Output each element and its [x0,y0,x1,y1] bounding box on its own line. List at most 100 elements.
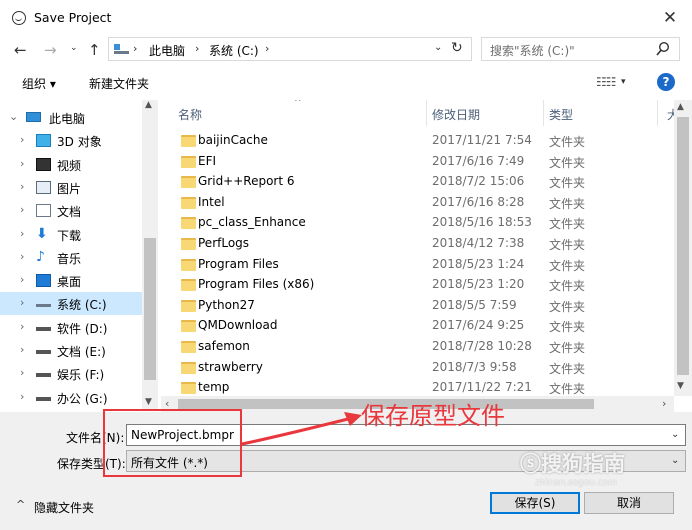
search-icon[interactable] [656,41,670,57]
navigation-pane: ⌄ 此电脑 › 3D 对象 › 视频 › 图片 › 文档 › ⬇ 下载 › ♪ 音乐 › 桌面 › 系统 (C:) › 软… [0,100,158,410]
sidebar-item-label: 文档 (E:) [57,345,106,359]
sidebar-item-node-6[interactable]: › ♪ 音乐 [0,246,142,269]
close-button[interactable]: ✕ [650,4,690,32]
table-row[interactable]: QMDownload 2017/6/24 9:25 文件夹 [175,316,631,336]
table-row[interactable]: safemon 2018/7/28 10:28 文件夹 [175,337,631,357]
table-row[interactable]: EFI 2017/6/16 7:49 文件夹 [175,152,631,172]
column-divider[interactable] [543,100,544,126]
file-list-vertical-scroll-thumb[interactable] [677,117,689,375]
breadcrumb-separator: › [133,42,138,55]
filetype-dropdown-icon[interactable]: ⌄ [671,455,679,466]
column-header-type[interactable]: 类型 [549,106,573,123]
scroll-down-arrow-icon[interactable]: ▼ [145,397,152,407]
new-folder-button[interactable]: 新建文件夹 [89,75,149,92]
column-header-name[interactable]: 名称 [178,106,202,123]
sidebar-item-label: 音乐 [57,251,82,266]
file-modified-date: 2017/6/16 7:49 [432,153,525,168]
sidebar-item-node-10[interactable]: › 文档 (E:) [0,339,142,362]
search-input[interactable]: 搜索"系统 (C:)" [481,37,680,61]
table-row[interactable]: Python27 2018/5/5 7:59 文件夹 [175,296,631,316]
address-dropdown-icon[interactable]: ⌄ [434,42,442,53]
scroll-up-arrow-icon[interactable]: ▲ [145,100,152,110]
file-type: 文件夹 [549,217,586,232]
expand-chevron-right-icon[interactable]: › [20,390,24,403]
expand-chevron-right-icon[interactable]: › [20,296,24,309]
organize-button[interactable]: 组织 ▾ [22,75,56,92]
table-row[interactable]: Grid++Report 6 2018/7/2 15:06 文件夹 [175,172,631,192]
refresh-icon[interactable]: ↻ [451,40,463,56]
sidebar-item-node-4[interactable]: › 文档 [0,199,142,222]
sidebar-item-label: 下载 [57,228,82,243]
scroll-up-arrow-icon[interactable]: ▲ [677,102,684,112]
file-name: QMDownload [198,318,278,333]
nav-pane-scroll-thumb[interactable] [144,238,156,380]
table-row[interactable]: Program Files (x86) 2018/5/23 1:20 文件夹 [175,275,631,295]
cancel-button[interactable]: 取消 [584,492,674,514]
scroll-right-arrow-icon[interactable]: › [662,397,666,410]
view-dropdown-icon[interactable]: ▾ [621,77,626,87]
table-row[interactable]: strawberry 2018/7/3 9:58 文件夹 [175,358,631,378]
back-arrow-icon[interactable]: ← [14,40,34,60]
recent-locations-chevron-icon[interactable]: ⌄ [70,43,78,53]
table-row[interactable]: Intel 2017/6/16 8:28 文件夹 [175,193,631,213]
scroll-down-arrow-icon[interactable]: ▼ [677,381,684,391]
sidebar-item-node-5[interactable]: › ⬇ 下载 [0,223,142,246]
folder-icon [181,382,196,395]
file-type: 文件夹 [549,320,586,335]
table-row[interactable]: PerfLogs 2018/4/12 7:38 文件夹 [175,234,631,254]
download-icon: ⬇ [36,225,48,242]
column-divider[interactable] [657,100,658,126]
file-name: Program Files (x86) [198,277,315,292]
folder-icon [181,299,196,312]
sidebar-item-label: 办公 (G:) [57,391,108,406]
filename-history-dropdown-icon[interactable]: ⌄ [671,429,679,440]
expand-chevron-right-icon[interactable]: › [20,203,24,216]
expand-chevron-right-icon[interactable]: › [20,250,24,263]
breadcrumb-system-c[interactable]: 系统 (C:) [209,42,259,59]
sidebar-item-node-2[interactable]: › 视频 [0,153,142,176]
collapse-caret-icon[interactable]: ^ [16,498,25,511]
expand-chevron-right-icon[interactable]: › [20,133,24,146]
expand-chevron-down-icon[interactable]: ⌄ [9,110,18,123]
sidebar-item-this-pc[interactable]: ⌄ 此电脑 [0,106,142,129]
expand-chevron-right-icon[interactable]: › [20,180,24,193]
file-modified-date: 2018/5/5 7:59 [432,297,517,312]
sidebar-item-node-1[interactable]: › 3D 对象 [0,129,142,152]
file-modified-date: 2018/5/16 18:53 [432,215,532,230]
sidebar-item-node-7[interactable]: › 桌面 [0,269,142,292]
file-name: strawberry [198,359,263,374]
help-button[interactable]: ? [657,73,675,91]
up-arrow-icon[interactable]: ↑ [88,40,101,60]
sidebar-item-node-8[interactable]: › 系统 (C:) [0,292,142,316]
expand-chevron-right-icon[interactable]: › [20,273,24,286]
file-name: EFI [198,153,217,168]
column-divider[interactable] [426,100,427,126]
file-modified-date: 2018/7/2 15:06 [432,174,525,189]
table-row[interactable]: pc_class_Enhance 2018/5/16 18:53 文件夹 [175,213,631,233]
breadcrumb-this-pc[interactable]: 此电脑 [149,42,185,59]
sidebar-item-node-3[interactable]: › 图片 [0,176,142,199]
table-row[interactable]: baijinCache 2017/11/21 7:54 文件夹 [175,131,631,151]
table-row[interactable]: Program Files 2018/5/23 1:24 文件夹 [175,255,631,275]
folder-icon [181,176,196,189]
sidebar-item-node-11[interactable]: › 娱乐 (F:) [0,362,142,385]
sidebar-item-node-12[interactable]: › 办公 (G:) [0,386,142,409]
expand-chevron-right-icon[interactable]: › [20,157,24,170]
file-type: 文件夹 [549,176,586,191]
sidebar-item-node-9[interactable]: › 软件 (D:) [0,316,142,339]
expand-chevron-right-icon[interactable]: › [20,320,24,333]
forward-arrow-icon[interactable]: → [44,40,64,60]
file-name: Intel [198,194,225,209]
hide-folders-toggle[interactable]: 隐藏文件夹 [34,499,94,516]
drive-icon [36,322,51,331]
address-bar[interactable]: › 此电脑 › 系统 (C:) › ⌄ ↻ [108,37,472,61]
view-options-icon[interactable]: ☷☷ [596,75,616,89]
drive-icon [36,392,51,401]
column-header-modified[interactable]: 修改日期 [432,106,480,123]
save-button[interactable]: 保存(S) [490,492,580,514]
expand-chevron-right-icon[interactable]: › [20,343,24,356]
expand-chevron-right-icon[interactable]: › [20,227,24,240]
expand-chevron-right-icon[interactable]: › [20,366,24,379]
title-bar: Save Project ✕ [0,0,692,36]
sidebar-item-label: 娱乐 (F:) [57,368,105,383]
